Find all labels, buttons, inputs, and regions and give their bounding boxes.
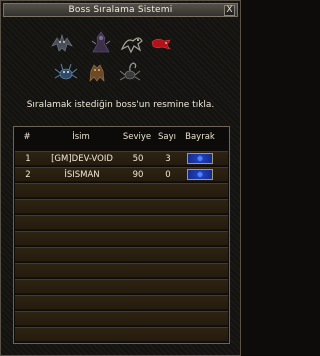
- header-flag: Bayrak: [185, 132, 215, 142]
- empty-table-row: [15, 215, 228, 230]
- row-rank: 2: [25, 170, 31, 180]
- empty-table-row: [15, 327, 228, 342]
- skeleton-dragon-boss-icon[interactable]: [119, 31, 145, 57]
- table-row[interactable]: 1 [GM]DEV-VOID 50 3: [15, 151, 228, 166]
- empty-table-row: [15, 263, 228, 278]
- close-button[interactable]: X: [224, 5, 235, 16]
- header-rank: #: [23, 132, 31, 142]
- dark-mage-boss-icon[interactable]: [88, 29, 114, 55]
- title-bar: Boss Sıralama Sistemi X: [3, 3, 238, 17]
- header-level: Seviye: [122, 132, 152, 142]
- empty-table-row: [15, 231, 228, 246]
- ranking-table: # İsim Seviye Sayı Bayrak 1 [GM]DEV-VOID…: [13, 126, 230, 344]
- red-dragon-boss-icon[interactable]: [148, 32, 174, 58]
- empty-table-row: [15, 183, 228, 198]
- row-rank: 1: [25, 154, 31, 164]
- empty-table-row: [15, 295, 228, 310]
- empty-table-row: [15, 311, 228, 326]
- beast-boss-icon[interactable]: [84, 59, 110, 85]
- gargoyle-boss-icon[interactable]: [49, 30, 75, 56]
- empty-table-row: [15, 247, 228, 262]
- blue-flag-icon: [187, 169, 213, 180]
- header-count: Sayı: [158, 132, 176, 142]
- table-header: # İsim Seviye Sayı Bayrak: [14, 127, 229, 147]
- blue-flag-icon: [187, 153, 213, 164]
- row-count: 0: [165, 170, 171, 180]
- boss-ranking-window: Boss Sıralama Sistemi X Sıralamak istedi…: [0, 0, 241, 356]
- window-title: Boss Sıralama Sistemi: [68, 5, 173, 15]
- row-level: 90: [132, 170, 144, 180]
- row-name: İSISMAN: [64, 170, 100, 180]
- instruction-text: Sıralamak istediğin boss'un resmine tıkl…: [26, 100, 215, 110]
- empty-table-row: [15, 279, 228, 294]
- row-count: 3: [165, 154, 171, 164]
- empty-table-row: [15, 199, 228, 214]
- header-name: İsim: [72, 132, 90, 142]
- row-level: 50: [132, 154, 144, 164]
- table-row[interactable]: 2 İSISMAN 90 0: [15, 167, 228, 182]
- scorpion-boss-icon[interactable]: [117, 59, 143, 85]
- row-name: [GM]DEV-VOID: [51, 154, 113, 164]
- ice-spider-boss-icon[interactable]: [53, 60, 79, 86]
